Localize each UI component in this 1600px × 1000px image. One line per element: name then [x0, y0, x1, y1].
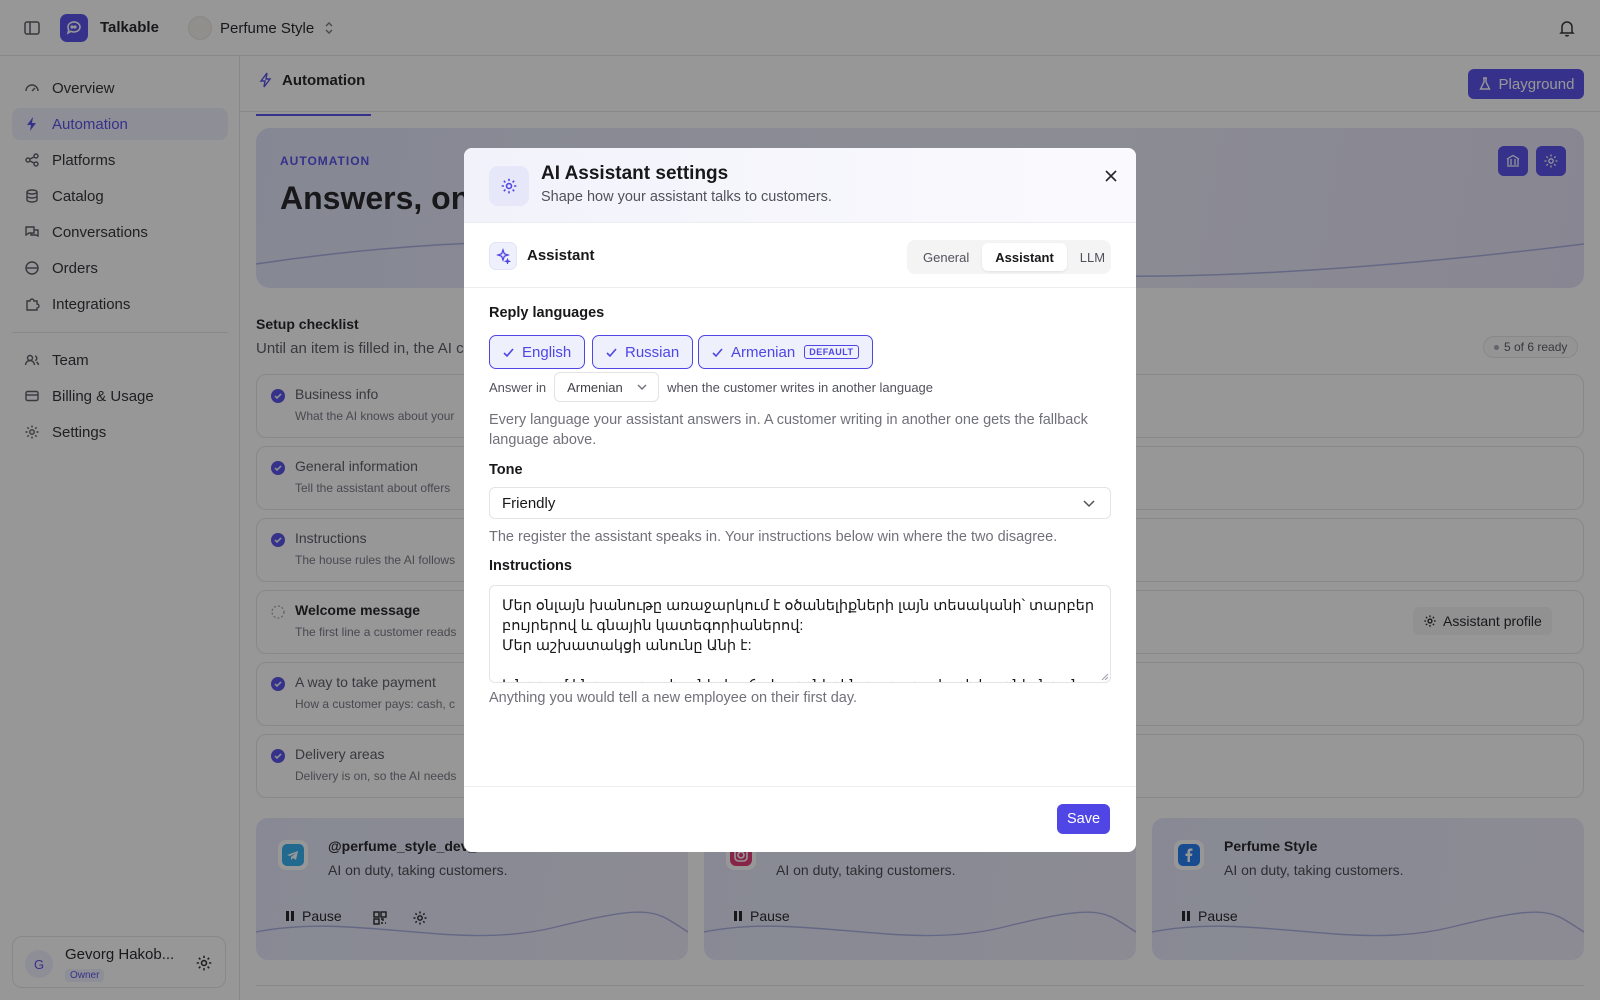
- tab-general[interactable]: General: [910, 243, 982, 271]
- fallback-language-select[interactable]: Armenian: [554, 372, 660, 402]
- tone-help-text: The register the assistant speaks in. Yo…: [489, 529, 1058, 545]
- settings-icon: [489, 166, 529, 206]
- save-button[interactable]: Save: [1057, 804, 1110, 834]
- tab-llm[interactable]: LLM: [1067, 243, 1118, 271]
- languages-help-text: Every language your assistant answers in…: [489, 412, 1088, 448]
- chevron-down-icon: [1083, 500, 1095, 508]
- fallback-language-value: Armenian: [567, 379, 623, 395]
- settings-tabs: General Assistant LLM: [907, 240, 1111, 274]
- reply-languages-label: Reply languages: [489, 305, 605, 321]
- tone-select[interactable]: Friendly: [489, 487, 1111, 519]
- sparkles-icon: [489, 242, 517, 270]
- answer-in-suffix: when the customer writes in another lang…: [667, 379, 934, 395]
- language-chip-russian[interactable]: Russian: [592, 335, 694, 369]
- tab-assistant[interactable]: Assistant: [982, 243, 1067, 271]
- check-icon: [606, 347, 617, 357]
- tone-value: Friendly: [502, 494, 556, 512]
- close-icon[interactable]: [1101, 166, 1121, 186]
- chevron-down-icon: [637, 384, 647, 390]
- resize-handle-icon[interactable]: [1101, 673, 1109, 681]
- tone-label: Tone: [489, 462, 523, 478]
- instructions-label: Instructions: [489, 558, 572, 574]
- answer-in-prefix: Answer in: [489, 379, 547, 395]
- check-icon: [712, 347, 723, 357]
- language-label: Armenian: [731, 343, 796, 361]
- default-badge: DEFAULT: [804, 345, 859, 359]
- language-chip-english[interactable]: English: [489, 335, 586, 369]
- instructions-help-text: Anything you would tell a new employee o…: [489, 690, 858, 706]
- instructions-textarea[interactable]: Մեր օնլայն խանութը առաջարկում է օծանելիք…: [489, 585, 1111, 683]
- section-header: Assistant General Assistant LLM: [464, 224, 1136, 288]
- language-label: English: [522, 343, 572, 361]
- dialog-title: AI Assistant settings: [541, 163, 729, 184]
- dialog-header: AI Assistant settings Shape how your ass…: [464, 148, 1136, 223]
- check-icon: [503, 347, 514, 357]
- ai-assistant-settings-dialog: AI Assistant settings Shape how your ass…: [464, 148, 1136, 852]
- language-chip-armenian[interactable]: Armenian DEFAULT: [698, 335, 873, 369]
- section-title: Assistant: [527, 247, 595, 264]
- app-root: Talkable Perfume Style Overview Automati…: [0, 0, 1600, 1000]
- fallback-language-row: Answer in Armenian when the customer wri…: [489, 372, 933, 402]
- dialog-footer-divider: [464, 786, 1136, 787]
- dialog-subtitle: Shape how your assistant talks to custom…: [541, 189, 832, 205]
- language-label: Russian: [625, 343, 680, 361]
